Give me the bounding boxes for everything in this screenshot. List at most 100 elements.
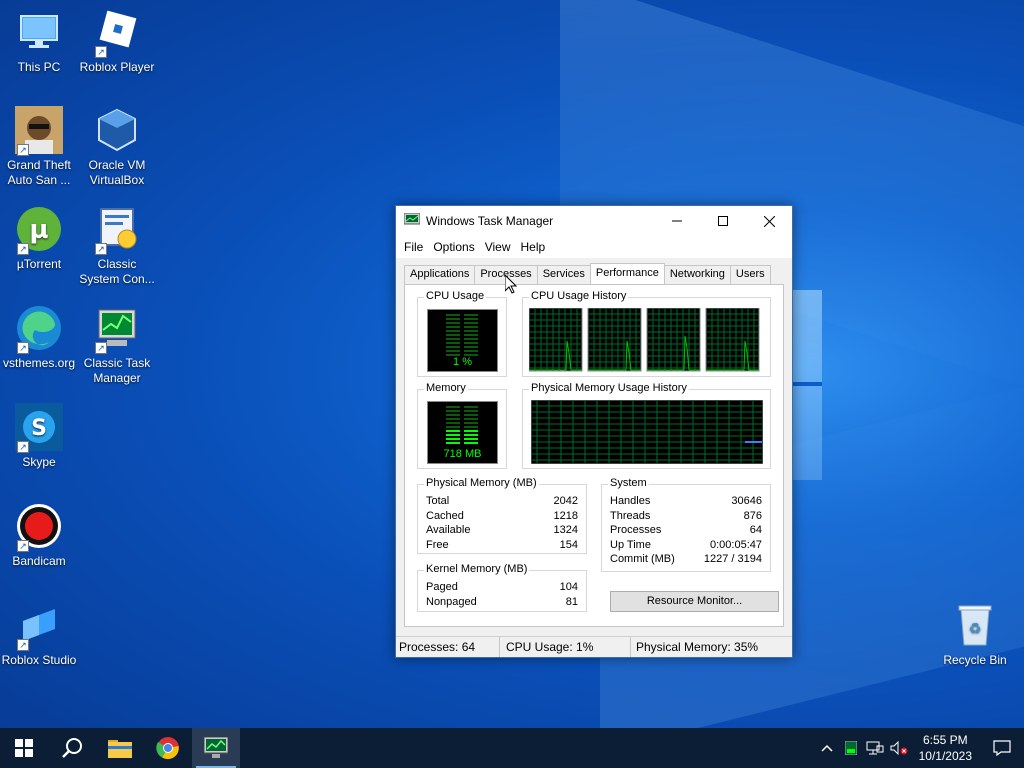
menu-view[interactable]: View <box>480 240 516 254</box>
close-button[interactable] <box>746 206 792 236</box>
clock-date: 10/1/2023 <box>918 749 972 763</box>
action-center-button[interactable] <box>980 728 1024 768</box>
taskbar-task-manager[interactable] <box>192 728 240 768</box>
stat-row: Handles 30646 <box>610 494 762 509</box>
stat-row: Paged 104 <box>426 580 578 595</box>
desktop-icon-label: Recycle Bin <box>943 653 1007 667</box>
cpu-usage-label: CPU Usage <box>424 290 487 302</box>
stat-row: Commit (MB) 1227 / 3194 <box>610 552 762 567</box>
start-button[interactable] <box>0 728 48 768</box>
physical-memory-group: Physical Memory (MB) Total 2042 Cached 121… <box>417 477 587 554</box>
memory-label: Memory <box>424 382 468 394</box>
cpu-history-label: CPU Usage History <box>529 290 629 302</box>
shortcut-arrow-icon: ↗ <box>17 144 29 156</box>
shortcut-arrow-icon: ↗ <box>95 243 107 255</box>
minimize-button[interactable] <box>654 206 700 236</box>
stat-value: 2042 <box>553 495 578 507</box>
desktop-icon-utorrent[interactable]: µ ↗ µTorrent <box>0 205 78 272</box>
memory-history-graph <box>531 400 763 464</box>
stat-label: Threads <box>610 509 651 522</box>
stat-value: 876 <box>743 509 762 522</box>
bandicam-icon: ↗ <box>15 502 63 552</box>
roblox-studio-icon: ↗ <box>15 601 63 651</box>
tab-applications[interactable]: Applications <box>404 265 476 284</box>
task-manager-icon <box>403 212 421 230</box>
stat-label: Free <box>426 538 449 551</box>
desktop-icon-classic-system-config[interactable]: ↗ Classic System Con... <box>78 205 156 287</box>
memory-value: 718 MB <box>443 448 482 460</box>
desktop-icon-label: Oracle VM VirtualBox <box>88 158 146 187</box>
shortcut-arrow-icon: ↗ <box>95 46 107 58</box>
stat-label: Available <box>426 524 471 537</box>
svg-text:S: S <box>31 416 47 441</box>
search-icon <box>62 738 82 758</box>
desktop-icon-recycle-bin[interactable]: ♻ Recycle Bin <box>936 601 1014 668</box>
tray-volume[interactable] <box>887 728 911 768</box>
tab-networking[interactable]: Networking <box>663 265 731 284</box>
chrome-icon <box>156 737 179 760</box>
desktop-icon-this-pc[interactable]: This PC <box>0 8 78 75</box>
stat-value: 1227 / 3194 <box>703 553 762 566</box>
stat-row: Threads 876 <box>610 509 762 524</box>
stat-label: Up Time <box>610 538 651 551</box>
search-button[interactable] <box>48 728 96 768</box>
stat-label: Nonpaged <box>426 595 477 608</box>
shortcut-arrow-icon: ↗ <box>17 342 29 354</box>
maximize-button[interactable] <box>700 206 746 236</box>
status-cpu-usage: CPU Usage: 1% <box>500 637 631 657</box>
desktop-icon-skype[interactable]: S ↗ Skype <box>0 403 78 470</box>
menu-file[interactable]: File <box>399 240 428 254</box>
tab-performance[interactable]: Performance <box>589 263 665 284</box>
shortcut-arrow-icon: ↗ <box>17 540 29 552</box>
taskbar-clock[interactable]: 6:55 PM 10/1/2023 <box>911 732 980 764</box>
desktop-icon-label: Grand Theft Auto San ... <box>7 158 71 187</box>
desktop-icon-classic-task-manager[interactable]: ↗ Classic Task Manager <box>78 304 156 386</box>
desktop-icon-roblox-player[interactable]: ↗ Roblox Player <box>78 8 156 75</box>
tray-task-manager[interactable] <box>839 728 863 768</box>
memory-group: Memory 718 MB <box>417 382 507 469</box>
system-tray: 6:55 PM 10/1/2023 <box>815 728 1024 768</box>
desktop-icon-virtualbox[interactable]: Oracle VM VirtualBox <box>78 106 156 188</box>
stat-row: Available 1324 <box>426 523 578 538</box>
stat-label: Processes <box>610 524 662 537</box>
title-bar[interactable]: Windows Task Manager <box>396 206 792 236</box>
taskbar-file-explorer[interactable] <box>96 728 144 768</box>
kernel-memory-group: Kernel Memory (MB) Paged 104 Nonpaged 81 <box>417 563 587 612</box>
taskbar-chrome[interactable] <box>144 728 192 768</box>
stat-label: Paged <box>426 581 458 593</box>
resource-monitor-button[interactable]: Resource Monitor... <box>610 591 779 612</box>
stat-value: 1324 <box>553 524 578 537</box>
taskbar: 6:55 PM 10/1/2023 <box>0 728 1024 768</box>
stat-value: 104 <box>559 581 578 593</box>
minimize-icon <box>672 220 682 222</box>
edge-icon: ↗ <box>15 304 63 354</box>
menu-options[interactable]: Options <box>428 240 479 254</box>
physical-memory-title: Physical Memory (MB) <box>424 477 539 489</box>
stat-value: 30646 <box>731 495 762 507</box>
tab-users[interactable]: Users <box>729 265 771 284</box>
desktop-icon-label: Roblox Studio <box>1 653 77 667</box>
kernel-memory-title: Kernel Memory (MB) <box>424 563 530 575</box>
stat-row: Nonpaged 81 <box>426 595 578 610</box>
desktop-icon-gta-san-andreas[interactable]: ↗ Grand Theft Auto San ... <box>0 106 78 188</box>
menu-help[interactable]: Help <box>516 240 551 254</box>
tray-network[interactable] <box>863 728 887 768</box>
task-manager-window[interactable]: Windows Task Manager File Options View H… <box>395 205 793 658</box>
desktop-icon-label: Skype <box>22 455 56 469</box>
cpu-usage-value: 1 % <box>453 356 472 368</box>
system-config-icon: ↗ <box>93 205 141 255</box>
desktop-icon-vsthemes[interactable]: ↗ vsthemes.org <box>0 304 78 371</box>
desktop-icon-bandicam[interactable]: ↗ Bandicam <box>0 502 78 569</box>
show-hidden-icons-button[interactable] <box>815 728 839 768</box>
close-icon <box>763 215 775 227</box>
tab-services[interactable]: Services <box>536 265 591 284</box>
desktop-icon-label: Classic System Con... <box>79 257 155 286</box>
maximize-icon <box>718 216 728 226</box>
svg-text:♻: ♻ <box>969 621 982 637</box>
network-icon <box>866 741 884 755</box>
memory-history-group: Physical Memory Usage History <box>522 382 771 469</box>
stat-value: 64 <box>749 524 762 537</box>
desktop-icon-roblox-studio[interactable]: ↗ Roblox Studio <box>0 601 78 668</box>
skype-icon: S ↗ <box>15 403 63 453</box>
monitor-icon <box>15 8 63 56</box>
